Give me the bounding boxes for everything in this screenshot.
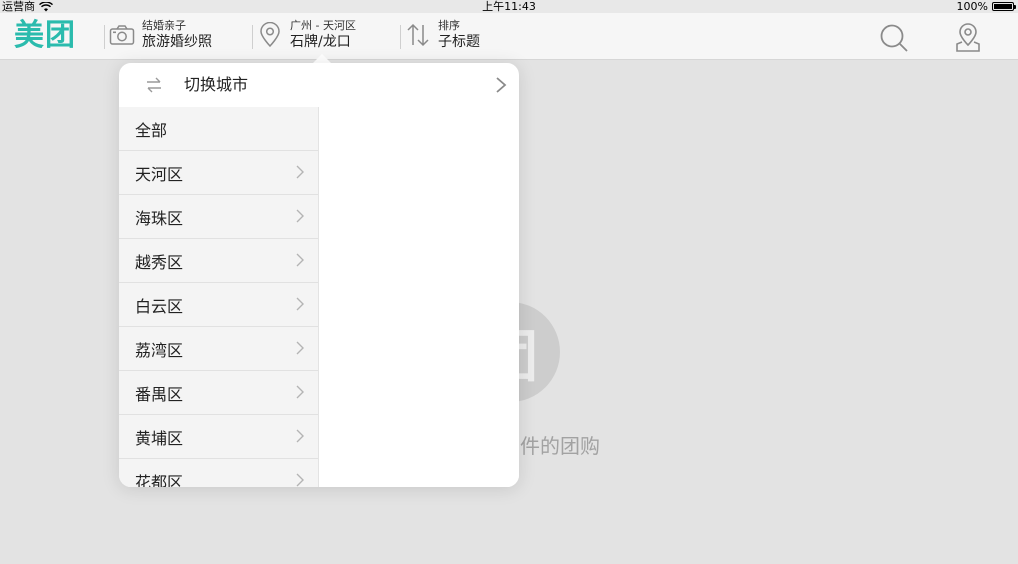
status-bar: 运营商 上午11:43 100%: [0, 0, 1018, 13]
sort-main-label: 子标题: [438, 34, 480, 50]
location-pin-icon: [256, 21, 284, 49]
category-main-label: 旅游婚纱照: [142, 34, 212, 50]
district-label: 全部: [135, 120, 168, 140]
brand-logo[interactable]: 美团: [14, 19, 76, 53]
location-main-label: 石牌/龙口: [290, 34, 351, 50]
battery-area: 100%: [956, 0, 1016, 13]
chevron-right-icon: [296, 429, 304, 443]
district-popover: 切换城市 全部天河区海珠区越秀区白云区荔湾区番禺区黄埔区花都区: [119, 63, 519, 487]
nav-divider: [252, 25, 253, 49]
nav-divider: [400, 25, 401, 49]
district-label: 花都区: [135, 472, 184, 488]
district-list-item[interactable]: 全部: [119, 107, 318, 151]
chevron-right-icon: [496, 77, 507, 93]
chevron-right-icon: [296, 253, 304, 267]
district-label: 海珠区: [135, 208, 184, 228]
map-location-icon: [956, 23, 980, 52]
district-label: 白云区: [135, 296, 184, 316]
chevron-right-icon: [296, 385, 304, 399]
chevron-right-icon: [296, 341, 304, 355]
district-list-item[interactable]: 越秀区: [119, 239, 318, 283]
switch-city-label: 切换城市: [184, 75, 249, 94]
sort-filter-button[interactable]: 排序 子标题: [404, 19, 480, 51]
map-button[interactable]: [952, 22, 984, 54]
sort-arrows-icon: [404, 21, 432, 49]
switch-city-row[interactable]: 切换城市: [119, 63, 519, 107]
district-label: 番禺区: [135, 384, 184, 404]
battery-icon: [992, 2, 1016, 11]
chevron-right-icon: [296, 165, 304, 179]
chevron-right-icon: [296, 209, 304, 223]
search-icon: [880, 24, 908, 52]
district-label: 天河区: [135, 164, 184, 184]
category-sub-label: 结婚亲子: [142, 19, 186, 32]
chevron-right-icon: [296, 473, 304, 487]
top-navigation-bar: 美团 结婚亲子 旅游婚纱照 广州 - 天河区 石牌/龙口 排序 子标题: [0, 13, 1018, 60]
district-list-item[interactable]: 海珠区: [119, 195, 318, 239]
district-label: 越秀区: [135, 252, 184, 272]
nav-divider: [104, 25, 105, 49]
status-time: 上午11:43: [482, 0, 536, 13]
district-list-item[interactable]: 白云区: [119, 283, 318, 327]
chevron-right-icon: [296, 297, 304, 311]
sub-district-pane: [319, 107, 519, 487]
district-list-item[interactable]: 天河区: [119, 151, 318, 195]
location-sub-label: 广州 - 天河区: [290, 19, 356, 32]
district-list-item[interactable]: 黄埔区: [119, 415, 318, 459]
district-list[interactable]: 全部天河区海珠区越秀区白云区荔湾区番禺区黄埔区花都区: [119, 107, 319, 487]
location-filter-button[interactable]: 广州 - 天河区 石牌/龙口: [256, 19, 356, 51]
district-list-item[interactable]: 荔湾区: [119, 327, 318, 371]
swap-arrows-icon: [147, 77, 161, 93]
camera-icon: [108, 21, 136, 49]
district-list-item[interactable]: 花都区: [119, 459, 318, 487]
district-label: 荔湾区: [135, 340, 184, 360]
district-label: 黄埔区: [135, 428, 184, 448]
battery-percent: 100%: [956, 0, 988, 13]
sort-sub-label: 排序: [438, 19, 460, 32]
district-list-item[interactable]: 番禺区: [119, 371, 318, 415]
search-button[interactable]: [878, 22, 910, 54]
category-filter-button[interactable]: 结婚亲子 旅游婚纱照: [108, 19, 212, 51]
